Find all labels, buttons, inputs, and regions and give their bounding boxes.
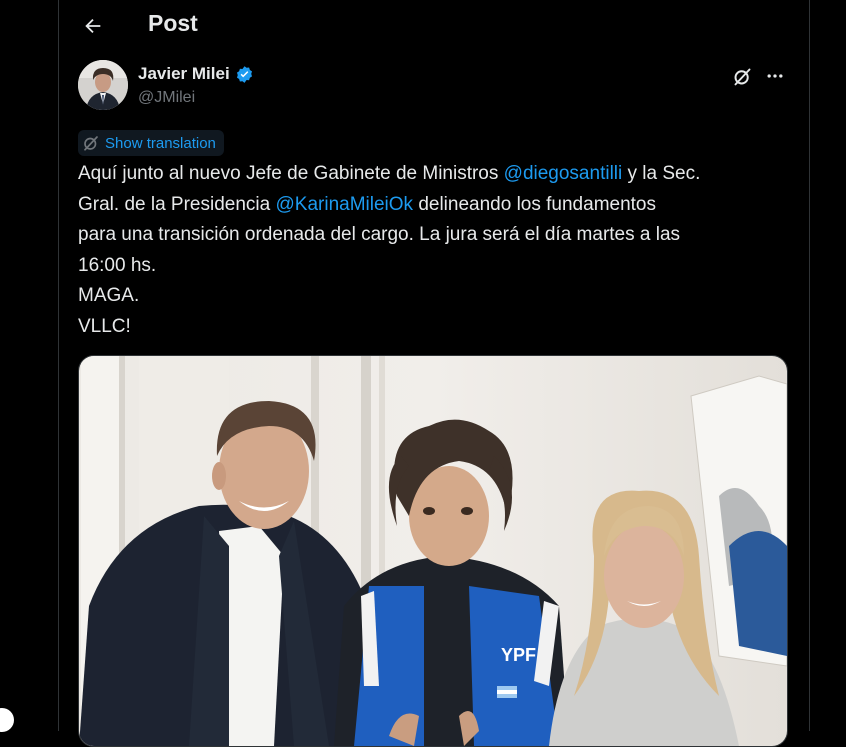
author-handle[interactable]: @JMilei xyxy=(138,89,195,107)
grok-icon xyxy=(734,68,750,85)
post-text-segment: delineando los fundamentos xyxy=(413,193,657,215)
avatar[interactable] xyxy=(78,60,128,110)
mention-link[interactable]: @KarinaMileiOk xyxy=(276,194,414,215)
more-button[interactable] xyxy=(762,63,788,89)
avatar-image xyxy=(78,60,128,110)
jacket-logo-text: YPF xyxy=(501,645,536,665)
name-row: Javier Milei xyxy=(138,64,254,84)
post-text-line: Gral. de la Presidencia @KarinaMileiOk d… xyxy=(78,190,798,221)
mention-link[interactable]: @diegosantilli xyxy=(504,163,623,184)
page-title: Post xyxy=(148,10,198,36)
post-text-segment: Aquí junto al nuevo Jefe de Gabinete de … xyxy=(78,163,504,184)
verified-badge-icon xyxy=(236,65,252,83)
post-author: Javier Milei @JMilei xyxy=(78,60,793,112)
arrow-left-icon xyxy=(85,18,101,34)
column-divider-left xyxy=(58,0,59,731)
post-header: Post xyxy=(59,0,809,52)
post-photo[interactable]: YPF xyxy=(78,355,788,747)
left-sidebar-area xyxy=(0,0,58,731)
photo-illustration: YPF xyxy=(79,356,787,746)
post-text-line: VLLC! xyxy=(78,315,131,337)
grok-button[interactable] xyxy=(729,63,755,89)
post-text-line: para una transición ordenada del cargo. … xyxy=(78,224,681,245)
author-name[interactable]: Javier Milei xyxy=(138,64,230,84)
post-text-line: Aquí junto al nuevo Jefe de Gabinete de … xyxy=(78,159,798,190)
show-translation-label: Show translation xyxy=(105,134,216,152)
back-button[interactable] xyxy=(79,12,107,40)
show-translation-button[interactable]: Show translation xyxy=(78,130,224,156)
post-text-segment: y la Sec. xyxy=(622,163,701,184)
post-text-line: MAGA. xyxy=(78,285,140,306)
column-divider-right xyxy=(809,0,810,731)
translate-icon xyxy=(84,136,98,151)
post-text-line: 16:00 hs. xyxy=(78,254,157,276)
post-text: Aquí junto al nuevo Jefe de Gabinete de … xyxy=(78,159,798,342)
more-horizontal-icon xyxy=(767,74,783,78)
post-text-segment: Gral. de la Presidencia xyxy=(78,193,276,215)
